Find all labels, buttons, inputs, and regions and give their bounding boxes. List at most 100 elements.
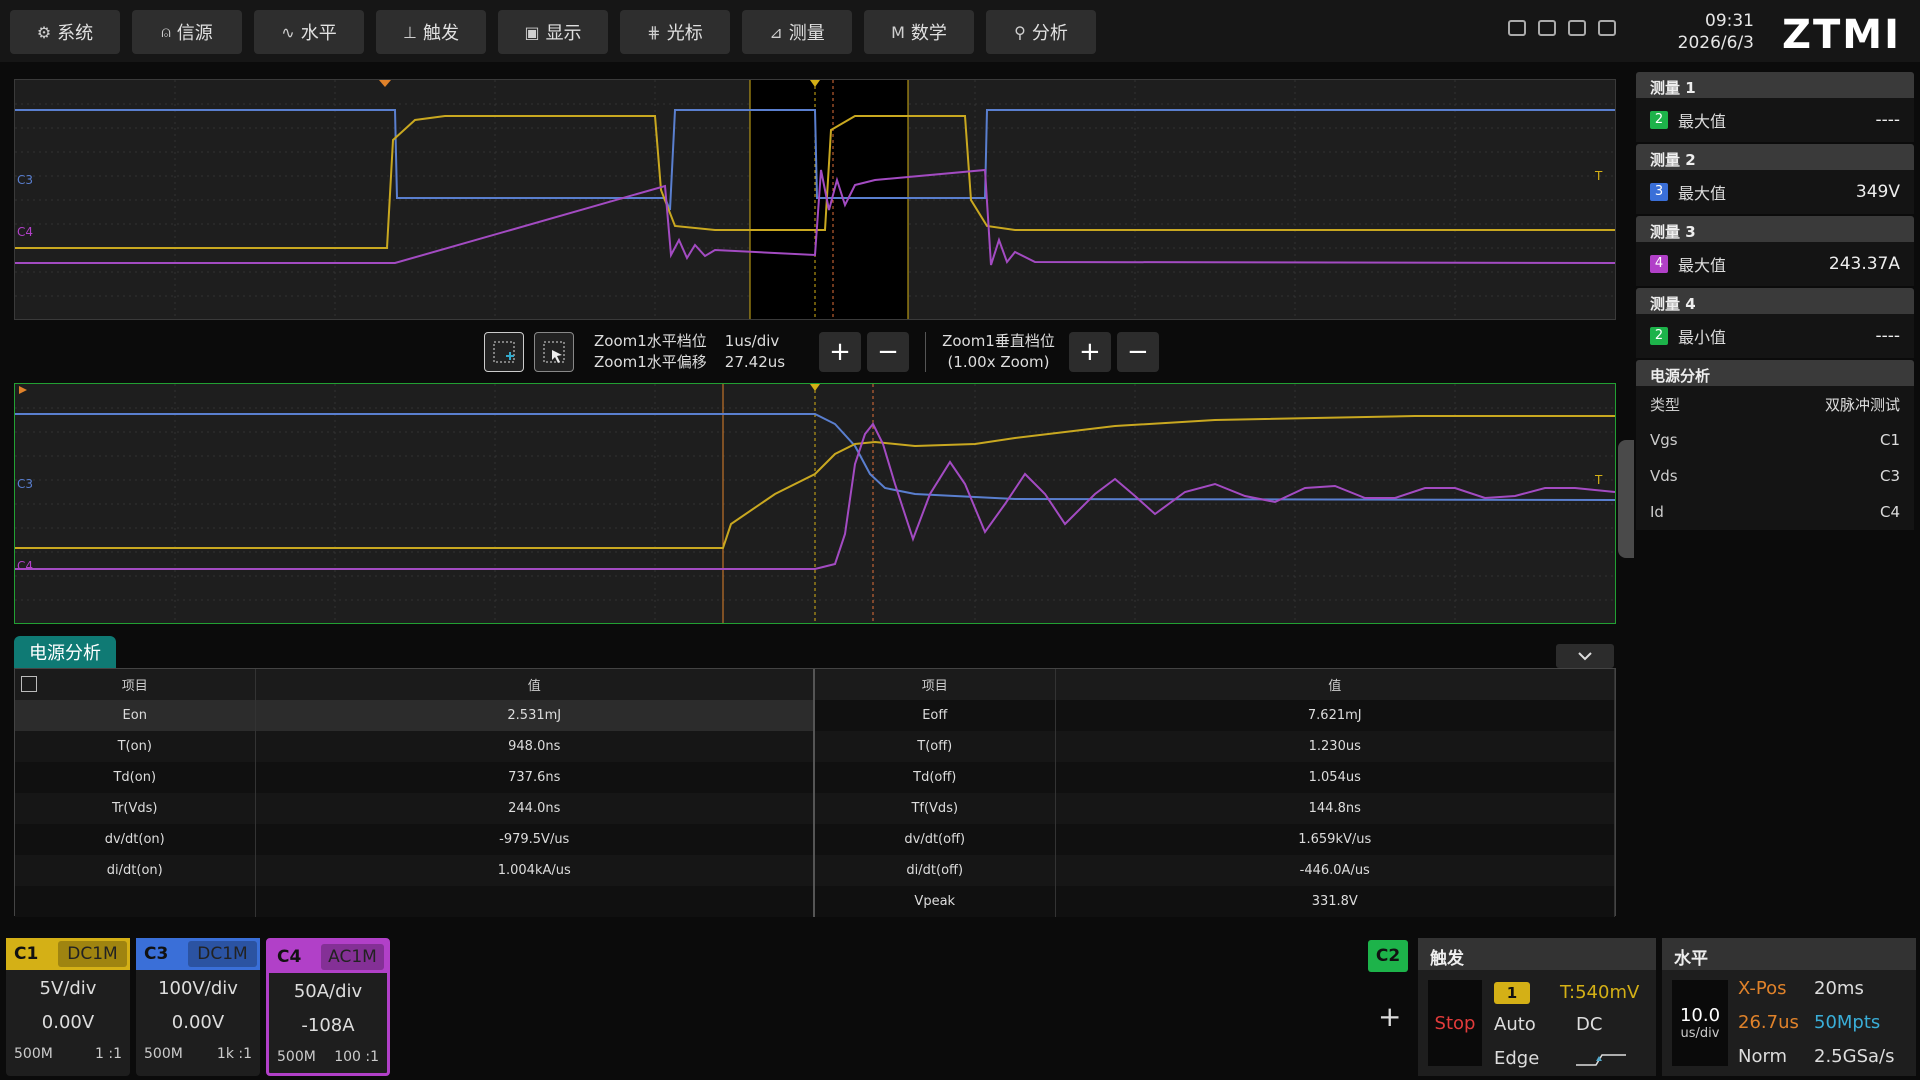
channel-c4-panel[interactable]: C4 AC1M 50A/div -108A 500M 100 :1 [266,938,390,1076]
item-cell: Eon [15,700,256,731]
table-row[interactable] [15,886,815,917]
item-cell: Vpeak [815,886,1056,917]
value-cell: 1.054us [1055,762,1615,793]
menu-trigger-button[interactable]: ⊥ 触发 [376,10,486,54]
power-analysis-table: 项目 值 Eon 2.531mJ T(on) 948.0ns Td(on) 737.6ns… [14,668,1616,917]
item-cell: dv/dt(on) [15,824,256,855]
table-row[interactable]: Tf(Vds) 144.8ns [815,793,1615,824]
memory-depth: 50Mpts [1814,1012,1881,1033]
pa-label: Vds [1650,467,1678,485]
power-analysis-row[interactable]: Vgs C1 [1636,422,1914,458]
power-analysis-row[interactable]: Vds C3 [1636,458,1914,494]
zoom-h-offset-value: 27.42us [724,353,786,371]
menu-source-label: 信源 [176,23,213,44]
channel-offset: 0.00V [171,1012,225,1033]
run-stop-button[interactable]: Stop [1428,980,1482,1066]
menu-analysis-label: 分析 [1031,23,1068,44]
table-row[interactable]: T(on) 948.0ns [15,731,815,762]
menu-cursor-button[interactable]: ⋕ 光标 [620,10,730,54]
channel-c1-panel[interactable]: C1 DC1M 5V/div 0.00V 500M 1 :1 [6,938,130,1076]
menu-measure-button[interactable]: ⊿ 测量 [742,10,852,54]
add-channel-button[interactable]: + [1378,1000,1401,1033]
menu-horizontal-button[interactable]: ∿ 水平 [254,10,364,54]
menu-source-icon: ⍝ [161,22,171,41]
channel-coupling: AC1M [321,944,384,970]
usb-icon [1598,20,1616,36]
table-row[interactable]: Vpeak 331.8V [815,886,1615,917]
channel-offset: -108A [301,1015,355,1036]
zoom-select-button[interactable] [484,332,524,372]
storage-icon [1538,20,1556,36]
measurement-4-row[interactable]: 2 最小值 ---- [1636,314,1914,358]
sample-rate: 2.5GSa/s [1814,1046,1895,1067]
table-row[interactable]: Td(on) 737.6ns [15,762,815,793]
menu-display-button[interactable]: ▣ 显示 [498,10,608,54]
table-row[interactable]: di/dt(off) -446.0A/us [815,855,1615,886]
zoom-pointer-button[interactable] [534,332,574,372]
measurement-3-row[interactable]: 4 最大值 243.37A [1636,242,1914,286]
measurement-1-header[interactable]: 测量 1 [1636,72,1914,98]
main-waveform-display[interactable]: C3 C4 T [14,79,1616,320]
zoom-v-plus-button[interactable]: + [1068,332,1111,372]
table-row[interactable]: dv/dt(on) -979.5V/us [15,824,815,855]
table-row[interactable]: Eon 2.531mJ [15,700,815,731]
value-cell: 144.8ns [1055,793,1615,824]
horizontal-panel[interactable]: 水平 10.0 us/div X-Pos 20ms 26.7us 50Mpts … [1662,938,1916,1076]
side-panel-toggle[interactable] [1618,440,1634,558]
menu-math-label: 数学 [910,23,947,44]
menu-trigger-icon: ⊥ [403,22,417,42]
value-cell: 1.004kA/us [255,855,815,886]
zoom-h-scale-value: 1us/div [724,332,780,350]
menu-system-button[interactable]: ⚙ 系统 [10,10,120,54]
table-settings-icon[interactable] [21,676,37,692]
horizontal-title: 水平 [1662,938,1916,970]
table-row[interactable]: Td(off) 1.054us [815,762,1615,793]
left-results-table: 项目 值 Eon 2.531mJ T(on) 948.0ns Td(on) 737.6ns… [15,669,815,917]
table-row[interactable]: T(off) 1.230us [815,731,1615,762]
collapse-button[interactable] [1556,644,1614,668]
horizontal-offset: 26.7us [1738,1012,1799,1033]
measurement-2-header[interactable]: 测量 2 [1636,144,1914,170]
item-cell: di/dt(off) [815,855,1056,886]
power-analysis-header: 电源分析 [1636,360,1914,386]
menu-math-button[interactable]: M 数学 [864,10,974,54]
timebase-display[interactable]: 10.0 us/div [1672,980,1728,1066]
menu-analysis-button[interactable]: ⚲ 分析 [986,10,1096,54]
pa-value: C4 [1879,503,1900,521]
menu-source-button[interactable]: ⍝ 信源 [132,10,242,54]
item-cell: dv/dt(off) [815,824,1056,855]
table-row[interactable]: Eoff 7.621mJ [815,700,1615,731]
measurement-3-header[interactable]: 测量 3 [1636,216,1914,242]
table-row[interactable]: dv/dt(off) 1.659kV/us [815,824,1615,855]
zoom-v-minus-button[interactable]: − [1116,332,1159,372]
power-analysis-row[interactable]: Id C4 [1636,494,1914,530]
channel-probe: 1 :1 [95,1046,122,1062]
channel-name: C4 [277,947,302,967]
measurement-value: 243.37A [1828,254,1900,274]
measurement-2-row[interactable]: 3 最大值 349V [1636,170,1914,214]
zoom-waveform-display[interactable]: C3 C4 T [14,383,1616,624]
menu-measure-icon: ⊿ [769,22,783,42]
svg-text:C3: C3 [17,477,33,491]
power-analysis-row[interactable]: 类型 双脉冲测试 [1636,386,1914,422]
power-analysis-tab[interactable]: 电源分析 [14,636,116,668]
channel-c3-panel[interactable]: C3 DC1M 100V/div 0.00V 500M 1k :1 [136,938,260,1076]
table-row[interactable]: Tr(Vds) 244.0ns [15,793,815,824]
measurement-1-row[interactable]: 2 最大值 ---- [1636,98,1914,142]
value-cell: 948.0ns [255,731,815,762]
measurement-4-header[interactable]: 测量 4 [1636,288,1914,314]
trigger-panel[interactable]: 触发 Stop 1 T:540mV Auto DC Edge [1418,938,1656,1076]
channel-bandwidth: 500M [144,1046,183,1062]
zoom-v-scale-value: (1.00x Zoom) [947,353,1050,371]
col-item-label: 项目 [121,679,148,694]
zoom-h-minus-button[interactable]: − [867,332,910,372]
channel-scale: 50A/div [293,981,363,1002]
zoom-h-plus-button[interactable]: + [819,332,862,372]
item-cell: di/dt(on) [15,855,256,886]
display-icon [1508,20,1526,36]
measurement-panel: 测量 1 2 最大值 ---- 测量 2 3 最大值 349V 测量 3 4 最大值 243.37A 测… [1636,72,1914,530]
item-cell: Tf(Vds) [815,793,1056,824]
channel-c2-button[interactable]: C2 [1368,940,1408,972]
table-row[interactable]: di/dt(on) 1.004kA/us [15,855,815,886]
item-cell: Tr(Vds) [15,793,256,824]
